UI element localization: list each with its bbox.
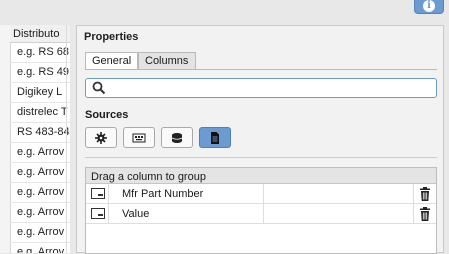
- table-cell[interactable]: RS 483-84: [10, 123, 70, 143]
- properties-panel: Properties General Columns Sources Drag …: [76, 25, 444, 254]
- trash-icon[interactable]: [419, 207, 431, 221]
- info-button[interactable]: i: [414, 0, 444, 14]
- tab-general[interactable]: General: [85, 52, 138, 70]
- info-icon: i: [423, 0, 435, 12]
- tab-underline: [85, 69, 437, 70]
- group-by-area[interactable]: Drag a column to group: [86, 168, 436, 184]
- database-icon: [171, 132, 183, 143]
- source-button-components[interactable]: [85, 127, 117, 148]
- document-icon: [211, 131, 219, 144]
- panel-title: Properties: [84, 31, 139, 43]
- table-cell[interactable]: e.g. Arrov: [10, 183, 70, 203]
- table-cell[interactable]: e.g. Arrov: [10, 203, 70, 223]
- source-button-database[interactable]: [161, 127, 193, 148]
- parts-table: Distributo e.g. RS 68 e.g. RS 49 Digikey…: [0, 25, 70, 253]
- column-icon: [91, 188, 105, 199]
- table-cell[interactable]: distrelec T: [10, 103, 70, 123]
- column-header-distributor[interactable]: Distributo: [10, 25, 70, 43]
- source-button-document[interactable]: [199, 127, 231, 148]
- column-name: Value: [122, 208, 150, 220]
- columns-grid: Drag a column to group Mfr Part Number V…: [85, 167, 437, 254]
- table-cell[interactable]: e.g. Arrov: [10, 223, 70, 243]
- tab-columns[interactable]: Columns: [138, 52, 196, 70]
- chip-icon: [132, 133, 146, 142]
- search-box[interactable]: [85, 78, 437, 98]
- table-cell[interactable]: e.g. Arrov: [10, 243, 70, 253]
- column-icon: [91, 208, 105, 219]
- table-row[interactable]: Value: [86, 204, 436, 224]
- table-row[interactable]: Mfr Part Number: [86, 184, 436, 204]
- column-divider: [66, 25, 67, 253]
- sources-label: Sources: [85, 109, 129, 121]
- trash-icon[interactable]: [419, 187, 431, 201]
- source-button-chip[interactable]: [123, 127, 155, 148]
- search-icon: [92, 81, 106, 95]
- table-cell[interactable]: e.g. Arrov: [10, 143, 70, 163]
- table-cell[interactable]: e.g. RS 68: [10, 43, 70, 63]
- search-input[interactable]: [110, 80, 430, 96]
- table-cell[interactable]: e.g. RS 49: [10, 63, 70, 83]
- section-divider: [85, 157, 437, 158]
- column-name: Mfr Part Number: [122, 188, 204, 200]
- component-icon: [95, 131, 107, 144]
- table-cell[interactable]: e.g. Arrov: [10, 163, 70, 183]
- table-cell[interactable]: Digikey L: [10, 83, 70, 103]
